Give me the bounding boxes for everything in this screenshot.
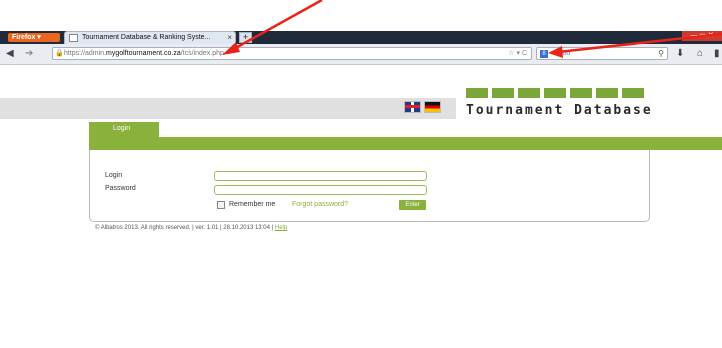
logo-wordmark-graphic <box>466 88 644 98</box>
menu-icon[interactable]: ▮ <box>714 48 720 60</box>
german-flag-icon[interactable] <box>424 101 441 113</box>
lock-icon: 🔒 <box>55 50 64 57</box>
download-icon[interactable]: ⬇ <box>676 48 684 60</box>
window-controls[interactable]: — ▭ ✕ <box>682 31 722 41</box>
close-tab-icon[interactable]: × <box>227 32 232 44</box>
search-icon[interactable]: ⚲ <box>658 48 664 59</box>
page-footer: © Albatros 2013. All rights reserved. | … <box>95 225 287 231</box>
url-domain: mygolftournament.co.za <box>106 50 181 57</box>
tab-login[interactable]: Login <box>89 122 159 150</box>
address-bar[interactable]: 🔒 https://admin.mygolftournament.co.za/t… <box>52 47 532 60</box>
help-link[interactable]: Help <box>275 225 287 231</box>
search-text: Goo <box>557 50 571 57</box>
forward-icon[interactable]: ➔ <box>25 48 33 60</box>
password-label: Password <box>105 185 136 192</box>
search-engine-icon[interactable]: 8 <box>540 50 548 58</box>
page-favicon-icon <box>69 34 78 42</box>
logo-subtitle: Tournament Database <box>466 103 653 118</box>
login-input[interactable] <box>214 171 427 181</box>
page-header-bar <box>0 98 456 119</box>
browser-titlebar: Firefox ▾ Tournament Database & Ranking … <box>0 0 722 44</box>
navigation-toolbar: ◀ ➔ 🔒 https://admin.mygolftournament.co.… <box>0 44 722 65</box>
url-prefix: https://admin. <box>64 50 107 57</box>
url-path: /tcs/index.php <box>180 50 224 57</box>
tab-title: Tournament Database & Ranking Syste... <box>82 34 211 41</box>
remember-me-checkbox[interactable] <box>217 201 225 209</box>
home-icon[interactable]: ⌂ <box>697 48 703 60</box>
browser-tab[interactable]: Tournament Database & Ranking Syste... × <box>64 31 236 44</box>
footer-text: © Albatros 2013. All rights reserved. | … <box>95 225 275 231</box>
bookmark-reload-icons[interactable]: ☆ ▾ C <box>508 48 527 59</box>
new-tab-button[interactable]: + <box>239 32 252 43</box>
remember-me-label[interactable]: Remember me <box>229 201 275 208</box>
tab-band <box>89 137 722 150</box>
firefox-menu-button[interactable]: Firefox ▾ <box>8 33 60 42</box>
forgot-password-link[interactable]: Forgot password? <box>292 201 348 208</box>
albatros-logo: Tournament Database <box>466 88 651 124</box>
password-input[interactable] <box>214 185 427 195</box>
english-flag-icon[interactable] <box>404 101 421 113</box>
enter-button[interactable]: Enter <box>399 200 426 210</box>
back-icon[interactable]: ◀ <box>6 48 14 60</box>
search-input[interactable]: 8 Goo ⚲ <box>536 47 668 60</box>
login-label: Login <box>105 172 123 179</box>
